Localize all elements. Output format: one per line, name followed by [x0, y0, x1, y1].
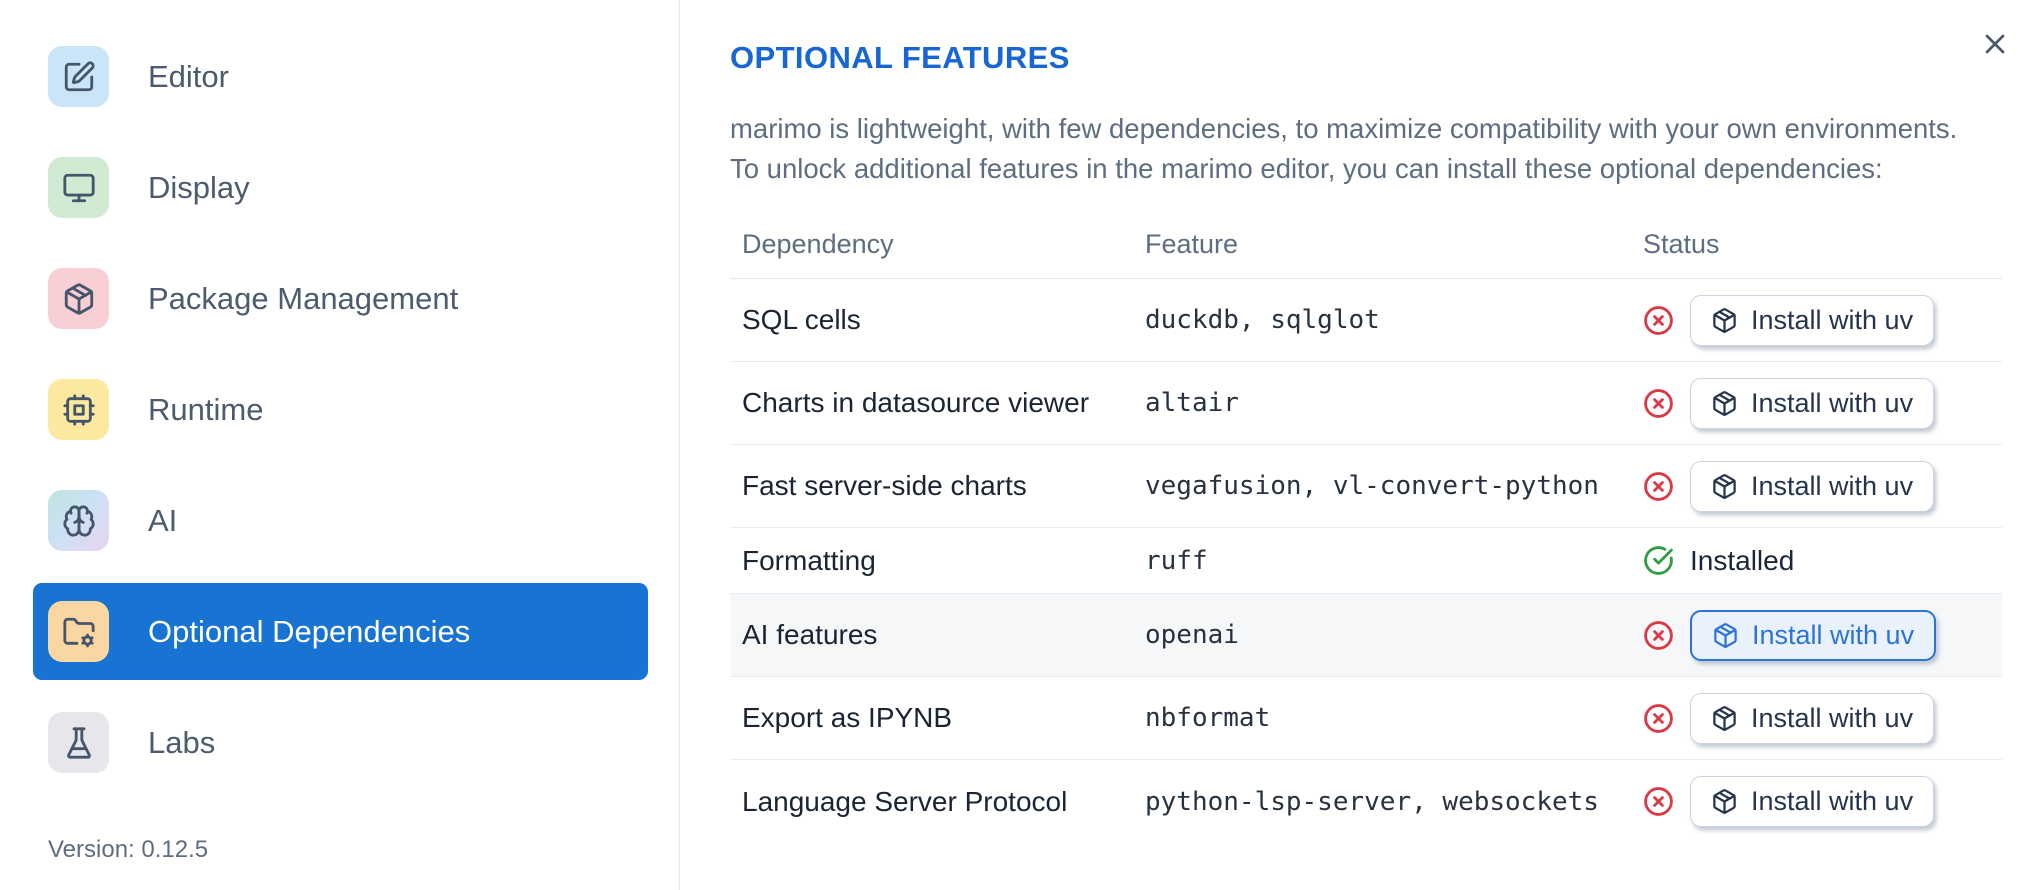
package-icon	[1711, 788, 1738, 815]
table-row: Fast server-side charts vegafusion, vl-c…	[730, 445, 2002, 528]
optional-features-panel: OPTIONAL FEATURES marimo is lightweight,…	[681, 0, 2042, 890]
page-description: marimo is lightweight, with few dependen…	[730, 109, 1990, 189]
version-label: Version: 0.12.5	[48, 836, 209, 863]
circle-check-icon	[1643, 545, 1674, 576]
sidebar-item-editor[interactable]: Editor	[33, 28, 648, 125]
page-title: OPTIONAL FEATURES	[730, 40, 1070, 75]
dependency-name: Fast server-side charts	[742, 470, 1027, 501]
sidebar-item-package-management[interactable]: Package Management	[33, 250, 648, 347]
install-with-uv-button[interactable]: Install with uv	[1690, 460, 1935, 512]
status-cell: Install with uv	[1643, 692, 2002, 744]
install-with-uv-button[interactable]: Install with uv	[1690, 294, 1935, 346]
status-cell: Install with uv	[1643, 377, 2002, 429]
brain-icon	[48, 490, 109, 551]
circle-x-icon	[1643, 620, 1674, 651]
circle-x-icon	[1643, 703, 1674, 734]
package-icon	[1711, 307, 1738, 334]
install-with-uv-button[interactable]: Install with uv	[1690, 609, 1937, 661]
sidebar-item-label: Optional Dependencies	[148, 613, 471, 649]
dependency-name: AI features	[742, 619, 878, 650]
feature-packages: nbformat	[1145, 703, 1271, 733]
feature-packages: vegafusion, vl-convert-python	[1145, 471, 1599, 501]
table-row: AI features openai Install with uv	[730, 594, 2002, 677]
sidebar-item-optional-dependencies[interactable]: Optional Dependencies	[33, 583, 648, 680]
sidebar-item-label: Labs	[148, 724, 216, 760]
settings-sidebar: Editor Display Package Management Runtim…	[0, 0, 680, 890]
circle-x-icon	[1643, 786, 1674, 817]
square-pen-icon	[48, 46, 109, 107]
dependency-name: Language Server Protocol	[742, 785, 1068, 817]
status-cell: Installed	[1643, 545, 2002, 577]
description-line-2: To unlock additional features in the mar…	[730, 153, 1883, 184]
monitor-icon	[48, 157, 109, 218]
install-button-label: Install with uv	[1751, 786, 1914, 816]
status-cell: Install with uv	[1643, 776, 2002, 827]
package-icon	[1712, 622, 1739, 649]
table-row: Formatting ruff Installed	[730, 528, 2002, 594]
feature-packages: duckdb, sqlglot	[1145, 305, 1380, 335]
optional-features-table: Dependency Feature Status SQL cells duck…	[730, 211, 2002, 843]
sidebar-item-labs[interactable]: Labs	[33, 694, 648, 791]
package-icon	[48, 268, 109, 329]
sidebar-item-label: Package Management	[148, 280, 459, 316]
package-icon	[1711, 705, 1738, 732]
circle-x-icon	[1643, 305, 1674, 336]
cpu-icon	[48, 379, 109, 440]
install-button-label: Install with uv	[1751, 387, 1914, 418]
sidebar-item-label: Runtime	[148, 391, 264, 427]
dependency-name: SQL cells	[742, 304, 861, 335]
sidebar-item-display[interactable]: Display	[33, 139, 648, 236]
feature-packages: python-lsp-server, websockets	[1145, 786, 1599, 817]
feature-packages: ruff	[1145, 545, 1208, 576]
column-header-feature: Feature	[1145, 229, 1239, 259]
sidebar-item-label: Display	[148, 169, 250, 205]
install-button-label: Install with uv	[1751, 470, 1914, 501]
flask-icon	[48, 712, 109, 773]
close-icon	[1979, 28, 2011, 63]
table-header-row: Dependency Feature Status	[730, 211, 2002, 279]
status-cell: Install with uv	[1643, 294, 2002, 346]
feature-packages: openai	[1145, 620, 1239, 650]
sidebar-item-label: Editor	[148, 58, 229, 94]
description-line-1: marimo is lightweight, with few dependen…	[730, 113, 1958, 144]
install-with-uv-button[interactable]: Install with uv	[1690, 692, 1935, 744]
table-row: Export as IPYNB nbformat Install with uv	[730, 677, 2002, 760]
sidebar-item-runtime[interactable]: Runtime	[33, 361, 648, 458]
sidebar-item-label: AI	[148, 502, 178, 538]
install-button-label: Install with uv	[1752, 619, 1915, 650]
sidebar-item-ai[interactable]: AI	[33, 472, 648, 569]
package-icon	[1711, 390, 1738, 417]
folder-cog-icon	[48, 601, 109, 662]
installed-status-label: Installed	[1690, 544, 1795, 576]
table-row: SQL cells duckdb, sqlglot Install with u…	[730, 279, 2002, 362]
install-with-uv-button[interactable]: Install with uv	[1690, 377, 1935, 429]
feature-packages: altair	[1145, 388, 1239, 418]
table-row: Language Server Protocol python-lsp-serv…	[730, 760, 2002, 843]
status-cell: Install with uv	[1643, 460, 2002, 512]
install-button-label: Install with uv	[1751, 304, 1914, 335]
status-cell: Install with uv	[1643, 609, 2002, 661]
package-icon	[1711, 473, 1738, 500]
circle-x-icon	[1643, 388, 1674, 419]
dependency-name: Charts in datasource viewer	[742, 387, 1090, 418]
dependency-name: Formatting	[742, 544, 876, 576]
install-with-uv-button[interactable]: Install with uv	[1690, 776, 1935, 827]
column-header-dependency: Dependency	[742, 229, 894, 259]
table-row: Charts in datasource viewer altair Insta…	[730, 362, 2002, 445]
sidebar-nav: Editor Display Package Management Runtim…	[33, 28, 648, 805]
table-body: SQL cells duckdb, sqlglot Install with u…	[730, 279, 2002, 843]
install-button-label: Install with uv	[1751, 702, 1914, 733]
circle-x-icon	[1643, 471, 1674, 502]
column-header-status: Status	[1643, 229, 1720, 259]
close-button[interactable]	[1976, 26, 2014, 64]
dependency-name: Export as IPYNB	[742, 702, 953, 733]
